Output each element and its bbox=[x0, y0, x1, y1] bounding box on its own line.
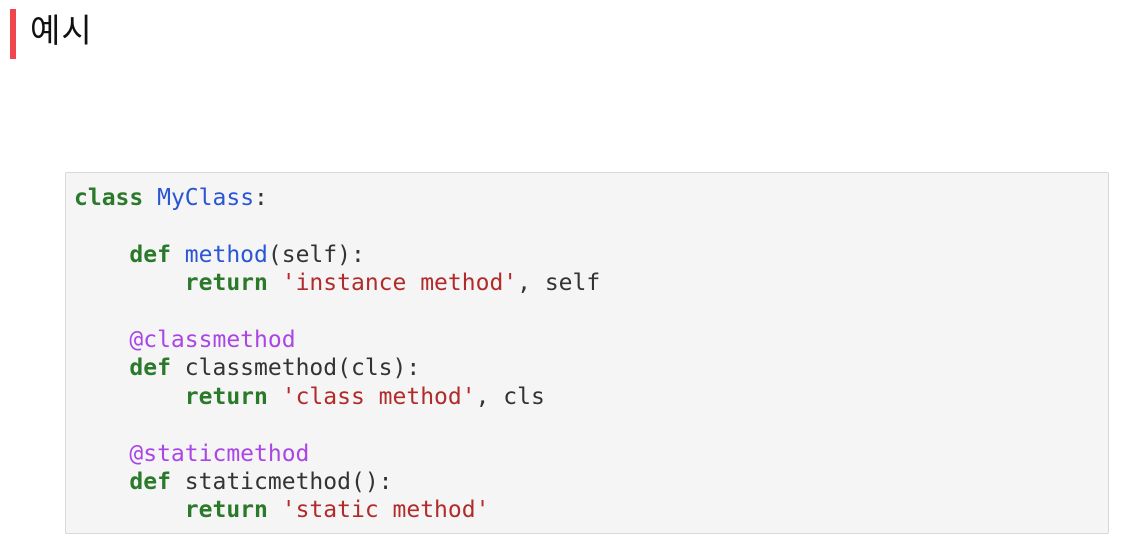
code-text: , self bbox=[517, 270, 601, 297]
code-keyword: def bbox=[129, 355, 171, 382]
code-block: class MyClass: def method(self): return … bbox=[65, 172, 1109, 534]
code-line: return 'class method', cls bbox=[74, 383, 1100, 411]
code-keyword: def bbox=[129, 241, 171, 268]
code-keyword: return bbox=[184, 383, 268, 410]
code-keyword: def bbox=[129, 468, 171, 495]
code-line: def classmethod(cls): bbox=[74, 354, 1100, 382]
code-text: (): bbox=[350, 468, 393, 495]
code-line: @classmethod bbox=[74, 326, 1100, 354]
code-string: 'static method' bbox=[281, 497, 490, 524]
code-function-name: method bbox=[184, 241, 268, 268]
code-keyword: return bbox=[184, 270, 268, 297]
code-line: return 'static method' bbox=[74, 496, 1100, 524]
code-decorator: @classmethod bbox=[129, 326, 296, 353]
code-decorator: @staticmethod bbox=[129, 440, 310, 467]
code-line: @staticmethod bbox=[74, 440, 1100, 468]
code-string: 'instance method' bbox=[281, 270, 518, 297]
code-keyword: class bbox=[74, 185, 144, 211]
code-text: (cls): bbox=[337, 355, 421, 382]
code-keyword: return bbox=[184, 497, 268, 524]
code-string: 'class method' bbox=[281, 383, 476, 410]
code-line: class MyClass: bbox=[74, 184, 1100, 212]
code-text: classmethod bbox=[184, 355, 338, 382]
code-text: staticmethod bbox=[184, 468, 351, 495]
code-line: return 'instance method', self bbox=[74, 269, 1100, 297]
code-line: def staticmethod(): bbox=[74, 468, 1100, 496]
section-heading: 예시 bbox=[10, 8, 93, 60]
code-class-name: MyClass bbox=[157, 185, 255, 211]
code-text: (self): bbox=[267, 241, 365, 268]
heading-accent-bar bbox=[10, 9, 16, 59]
code-text: : bbox=[254, 185, 268, 211]
code-line: def method(self): bbox=[74, 241, 1100, 269]
code-text: , cls bbox=[475, 383, 545, 410]
heading-title: 예시 bbox=[30, 10, 93, 50]
